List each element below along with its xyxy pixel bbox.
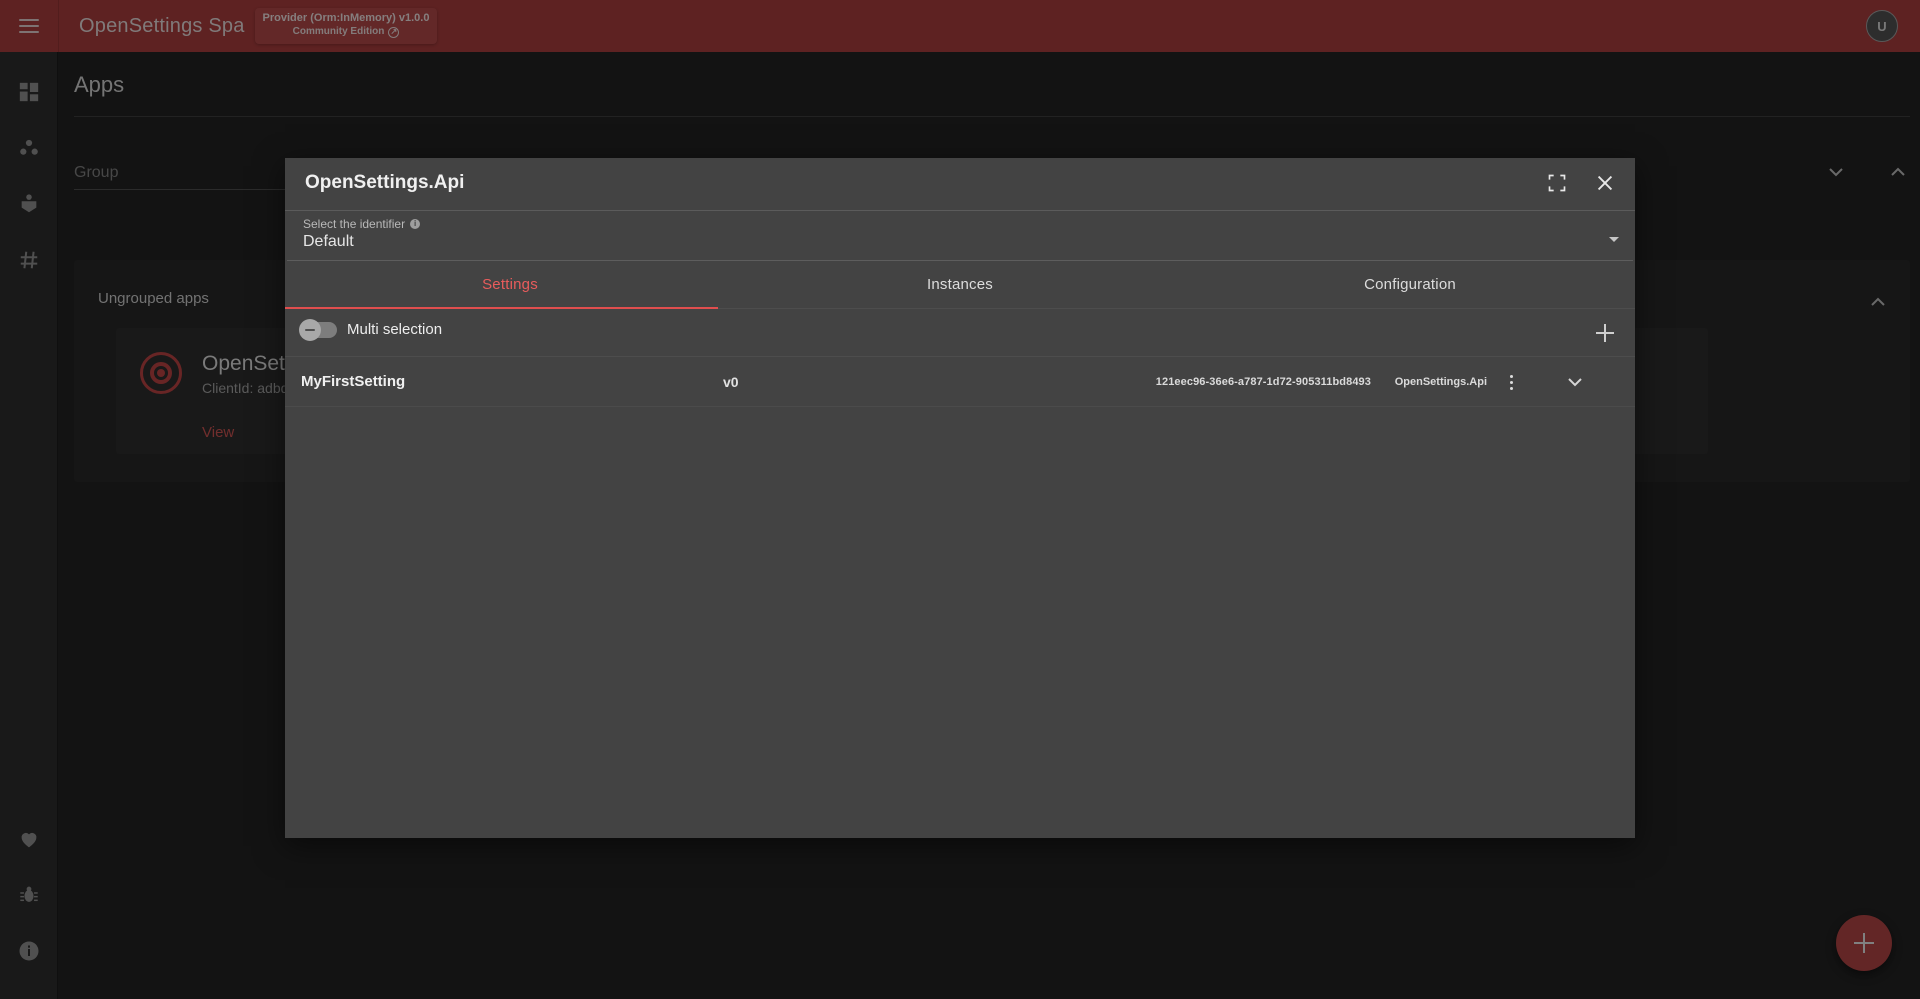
close-icon[interactable] <box>1591 169 1619 197</box>
tab-instances[interactable]: Instances <box>735 261 1185 308</box>
info-icon[interactable]: i <box>410 219 420 229</box>
identifier-select[interactable]: Select the identifier i Default <box>287 211 1633 261</box>
add-setting-button[interactable] <box>1591 319 1619 347</box>
multi-selection-label: Multi selection <box>347 321 442 338</box>
chevron-down-icon[interactable] <box>1609 237 1619 242</box>
dialog-header: OpenSettings.Api <box>285 158 1635 211</box>
setting-name: MyFirstSetting <box>301 373 405 390</box>
dialog-tabs: Settings Instances Configuration <box>285 261 1635 309</box>
fullscreen-icon[interactable] <box>1543 169 1571 197</box>
identifier-label: Select the identifier <box>303 217 405 231</box>
setting-version: v0 <box>723 374 739 390</box>
settings-list: MyFirstSetting v0 121eec96-36e6-a787-1d7… <box>285 357 1635 407</box>
settings-toolbar: Multi selection <box>285 309 1635 357</box>
identifier-label-wrap: Select the identifier i <box>303 217 420 231</box>
dialog-header-actions <box>1543 169 1619 197</box>
setting-guid: 121eec96-36e6-a787-1d72-905311bd8493 <box>1156 376 1371 388</box>
multi-selection-toggle[interactable]: Multi selection <box>301 321 442 338</box>
toggle-knob <box>299 319 321 341</box>
dialog-title: OpenSettings.Api <box>305 172 464 194</box>
setting-app-name: OpenSettings.Api <box>1395 376 1487 388</box>
tab-configuration[interactable]: Configuration <box>1185 261 1635 308</box>
toggle-switch[interactable] <box>301 322 337 338</box>
setting-expand-icon[interactable] <box>1563 370 1587 394</box>
table-row[interactable]: MyFirstSetting v0 121eec96-36e6-a787-1d7… <box>285 357 1635 407</box>
app-details-dialog: OpenSettings.Api Select the identifier <box>285 158 1635 838</box>
identifier-value: Default <box>303 233 354 251</box>
tab-settings[interactable]: Settings <box>285 261 735 308</box>
setting-more-menu-icon[interactable] <box>1499 370 1523 394</box>
